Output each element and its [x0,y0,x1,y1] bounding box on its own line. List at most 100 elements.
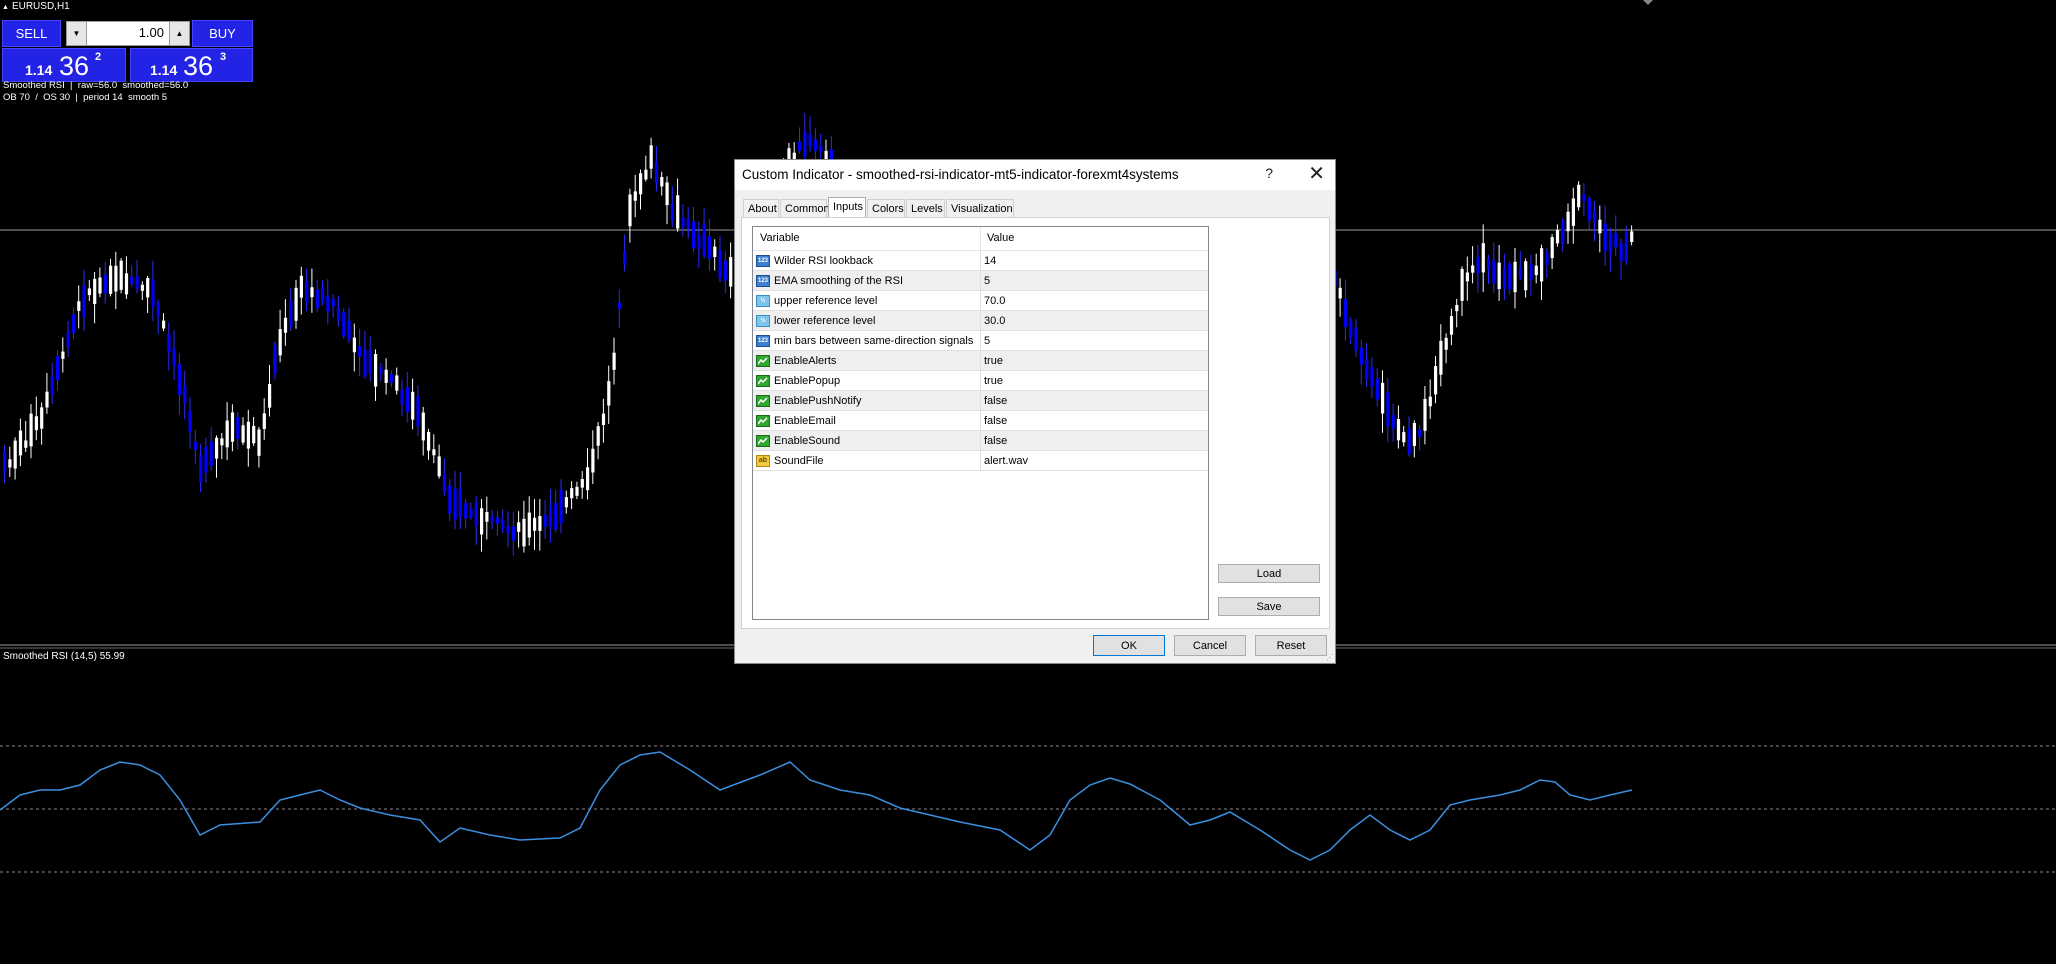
value-cell[interactable]: false [981,391,1208,410]
tab-about[interactable]: About [743,199,779,217]
candle-body [395,375,399,391]
save-button[interactable]: Save [1218,597,1320,616]
candle-body [713,246,717,257]
variable-label: SoundFile [774,454,824,467]
value-cell[interactable]: 14 [981,251,1208,270]
variable-cell[interactable]: ½ lower reference level [753,311,981,330]
input-row[interactable]: EnablePopup true [753,371,1208,391]
candle-body [1481,243,1485,273]
variable-cell[interactable]: EnablePopup [753,371,981,390]
input-row[interactable]: 123 Wilder RSI lookback 14 [753,251,1208,271]
help-button[interactable]: ? [1265,165,1273,181]
candle-body [199,455,203,483]
value-cell[interactable]: 5 [981,271,1208,290]
value-cell[interactable]: false [981,431,1208,450]
value-cell[interactable]: 5 [981,331,1208,350]
candle-body [1630,231,1634,243]
resize-grip-icon[interactable]: ⋰ [1326,653,1334,662]
input-row[interactable]: EnableSound false [753,431,1208,451]
candle-body [103,274,107,294]
variable-label: EnablePopup [774,374,841,387]
load-button[interactable]: Load [1218,564,1320,583]
candle-body [612,352,616,370]
candle-body [607,381,611,406]
variable-cell[interactable]: ab SoundFile [753,451,981,470]
value-cell[interactable]: true [981,371,1208,390]
variable-cell[interactable]: EnablePushNotify [753,391,981,410]
value-cell[interactable]: true [981,351,1208,370]
input-row[interactable]: 123 min bars between same-direction signa… [753,331,1208,351]
lot-value: 1.00 [138,25,164,40]
value-cell[interactable]: alert.wav [981,451,1208,470]
scroll-marker-icon[interactable] [1643,0,1653,5]
value-cell[interactable]: false [981,411,1208,430]
candle-body [321,286,325,303]
variable-cell[interactable]: 123 Wilder RSI lookback [753,251,981,270]
input-row[interactable]: 123 EMA smoothing of the RSI 5 [753,271,1208,291]
close-icon[interactable]: ✕ [1308,162,1325,186]
tab-levels[interactable]: Levels [906,199,945,217]
buy-price-box[interactable]: 1.14 36 3 [130,48,253,82]
lot-decrease-button[interactable]: ▼ [67,22,87,45]
dialog-titlebar[interactable]: Custom Indicator - smoothed-rsi-indicato… [735,160,1335,190]
candle-body [262,413,266,429]
value-cell[interactable]: 70.0 [981,291,1208,310]
header-variable[interactable]: Variable [753,227,981,250]
custom-indicator-dialog[interactable]: Custom Indicator - smoothed-rsi-indicato… [734,159,1336,664]
sell-button[interactable]: SELL [2,20,61,47]
candle-body [310,287,314,298]
variable-cell[interactable]: EnableSound [753,431,981,450]
candle-body [580,478,584,488]
sell-price-sup: 2 [95,51,102,63]
candle-body [596,426,600,446]
tab-colors[interactable]: Colors [867,199,905,217]
indicator-info-line-2: OB 70 / OS 30 | period 14 smooth 5 [3,92,168,103]
variable-cell[interactable]: 123 EMA smoothing of the RSI [753,271,981,290]
tab-inputs[interactable]: Inputs [828,197,866,218]
candle-body [77,301,81,311]
sell-price-prefix: 1.14 [25,62,53,78]
candle-body [167,333,171,353]
input-row[interactable]: EnableEmail false [753,411,1208,431]
variable-cell[interactable]: ½ upper reference level [753,291,981,310]
candle-body [495,517,500,524]
input-row[interactable]: EnableAlerts true [753,351,1208,371]
lot-increase-button[interactable]: ▲ [169,22,189,45]
candle-body [1624,232,1628,262]
bool-icon [756,374,770,387]
candle-body [1375,378,1379,400]
candle-body [559,489,563,524]
double-icon: ½ [756,314,770,327]
candle-body [681,217,685,227]
header-value[interactable]: Value [981,227,1208,250]
variable-cell[interactable]: 123 min bars between same-direction signa… [753,331,981,350]
lot-size-field[interactable]: ▼ 1.00 ▲ [66,21,190,46]
tab-visualization[interactable]: Visualization [946,199,1014,217]
variable-cell[interactable]: EnableAlerts [753,351,981,370]
chart-symbol: ▲ EURUSD,H1 [2,1,70,12]
candle-body [236,416,240,439]
candle-body [575,486,579,496]
reset-button[interactable]: Reset [1255,635,1327,656]
candle-body [230,412,235,442]
variable-cell[interactable]: EnableEmail [753,411,981,430]
tab-common[interactable]: Common [780,199,830,217]
candle-body [437,456,441,477]
cancel-button[interactable]: Cancel [1174,635,1246,656]
candle-body [1487,258,1491,270]
input-row[interactable]: ½ upper reference level 70.0 [753,291,1208,311]
candle-body [1407,428,1411,455]
inputs-grid[interactable]: Variable Value 123 Wilder RSI lookback 14 1… [752,226,1209,620]
input-row[interactable]: ab SoundFile alert.wav [753,451,1208,471]
ok-button[interactable]: OK [1093,635,1165,656]
candle-body [1423,398,1427,431]
input-row[interactable]: ½ lower reference level 30.0 [753,311,1208,331]
candle-body [1370,367,1374,387]
value-cell[interactable]: 30.0 [981,311,1208,330]
candle-body [135,276,139,289]
input-row[interactable]: EnablePushNotify false [753,391,1208,411]
candle-body [305,281,309,303]
sell-price-box[interactable]: 1.14 36 2 [2,48,126,82]
buy-button[interactable]: BUY [192,20,253,47]
candle-body [1566,211,1570,232]
